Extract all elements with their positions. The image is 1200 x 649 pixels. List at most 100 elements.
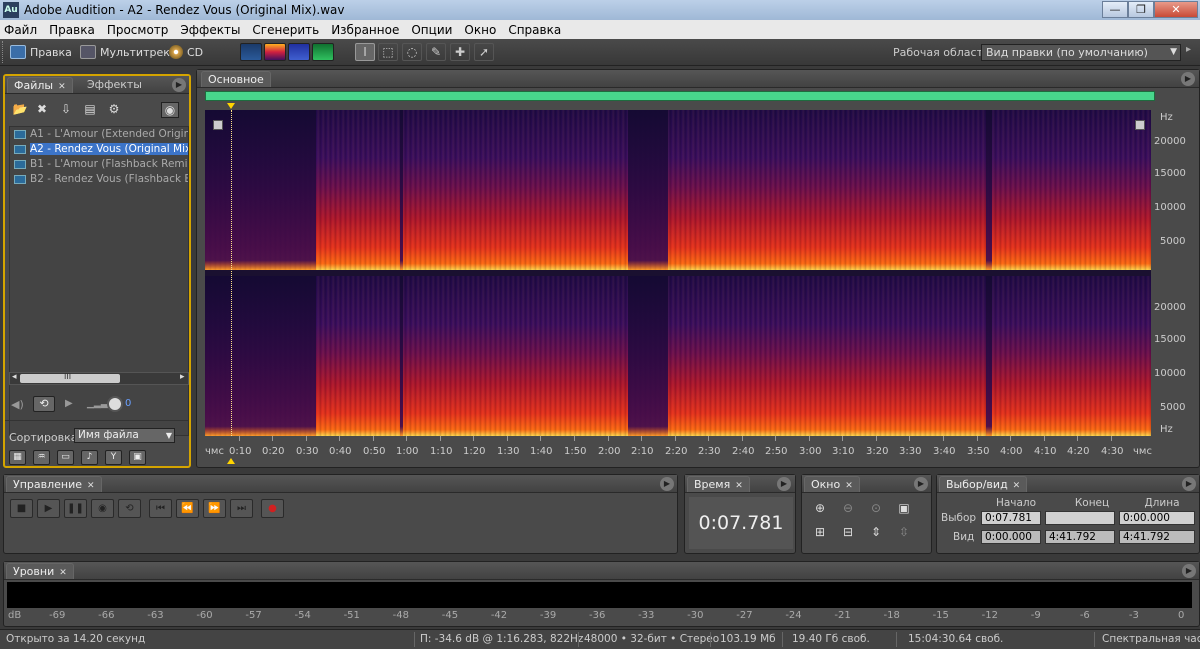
spectral-pan-icon[interactable] [288,43,310,61]
tab-effects[interactable]: Эффекты [81,77,148,93]
loop-icon[interactable]: ⟲ [33,396,55,412]
show-midi-icon[interactable]: ♪ [81,450,98,465]
tab-main[interactable]: Основное [201,71,271,87]
play-preview-icon[interactable]: ▶ [65,398,73,409]
tab-zoom[interactable]: Окно ✕ [804,476,860,492]
menu-help[interactable]: Справка [508,23,561,37]
multitrack-view-button[interactable]: Мультитрек [80,42,170,62]
zoom-right-edge-icon[interactable]: ⊟ [838,523,858,541]
rewind-button[interactable]: ⏪ [176,499,199,518]
record-button[interactable]: ● [261,499,284,518]
tab-levels[interactable]: Уровни ✕ [6,563,74,579]
autoplay-icon[interactable]: ◉ [161,102,179,118]
scroll-left-icon[interactable]: ◂ [12,372,17,382]
view-length-field[interactable]: 4:41.792 [1119,530,1195,544]
play-from-cursor-button[interactable]: ◉ [91,499,114,518]
list-item[interactable]: A2 - Rendez Vous (Original Mix).wa [10,142,188,157]
show-all-files-icon[interactable]: ▦ [9,450,26,465]
panel-menu-icon[interactable]: ▶ [660,477,674,491]
sort-select[interactable]: Имя файла ▼ [74,428,175,443]
zoom-corner-icon[interactable] [1135,120,1145,130]
zoom-out-horizontal-icon[interactable]: ⊖ [838,499,858,517]
menu-file[interactable]: Файл [4,23,37,37]
scroll-thumb[interactable]: III [20,372,120,383]
pause-button[interactable]: ❚❚ [64,499,87,518]
filter-icon[interactable]: Y [105,450,122,465]
play-button[interactable]: ▶ [37,499,60,518]
import-icon[interactable]: ⇩ [57,102,75,118]
spot-healing-icon[interactable]: ✚ [450,43,470,61]
volume-knob-icon[interactable] [107,396,123,412]
menu-edit[interactable]: Правка [49,23,95,37]
spectral-frequency-icon[interactable] [264,43,286,61]
panel-menu-icon[interactable]: ▶ [172,78,186,92]
menu-effects[interactable]: Эффекты [180,23,240,37]
files-hscrollbar[interactable]: ◂ III ▸ [9,372,189,385]
time-ruler[interactable]: чмс чмс 0:10 0:20 0:30 0:40 0:50 1:00 1:10 1:20… [205,436,1152,466]
marquee-tool-icon[interactable]: ⬚ [378,43,398,61]
menu-window[interactable]: Окно [464,23,496,37]
tab-files[interactable]: Файлы ✕ [7,77,73,93]
zoom-corner-icon[interactable] [213,120,223,130]
go-to-start-button[interactable]: ⏮ [149,499,172,518]
panel-menu-icon[interactable]: ▶ [1181,72,1195,86]
insert-multitrack-icon[interactable]: ▤ [81,102,99,118]
close-icon[interactable]: ✕ [87,481,95,491]
hybrid-tool-icon[interactable]: ➚ [474,43,494,61]
edit-view-button[interactable]: Правка [10,42,72,62]
restore-icon[interactable]: ❐ [1128,1,1154,18]
close-icon[interactable]: ✕ [845,481,853,491]
tab-transport[interactable]: Управление ✕ [6,476,102,492]
spectral-phase-icon[interactable] [312,43,334,61]
time-selection-tool-icon[interactable]: I [355,43,375,61]
toolbar-overflow-icon[interactable]: ▸ [1186,44,1198,60]
lasso-tool-icon[interactable]: ◌ [402,43,422,61]
list-item[interactable]: A1 - L'Amour (Extended Original M [10,127,188,142]
panel-menu-icon[interactable]: ▶ [1182,477,1196,491]
view-end-field[interactable]: 4:41.792 [1045,530,1115,544]
close-icon[interactable]: ✕ [735,481,743,491]
tab-time[interactable]: Время ✕ [687,476,750,492]
waveform-display-icon[interactable] [240,43,262,61]
zoom-selection-icon[interactable]: ▣ [894,499,914,517]
panel-menu-icon[interactable]: ▶ [914,477,928,491]
loop-play-button[interactable]: ⟲ [118,499,141,518]
spectral-display[interactable] [205,110,1151,436]
workspace-select[interactable]: Вид правки (по умолчанию) ▼ [981,44,1181,61]
open-file-icon[interactable]: 📂 [11,102,29,118]
close-icon[interactable]: ✕ [58,82,66,92]
fast-forward-button[interactable]: ⏩ [203,499,226,518]
show-loops-icon[interactable]: ▭ [57,450,74,465]
close-icon[interactable]: ✕ [1154,1,1198,18]
menu-view[interactable]: Просмотр [107,23,169,37]
selection-start-field[interactable]: 0:07.781 [981,511,1041,525]
tab-selection[interactable]: Выбор/вид ✕ [939,476,1028,492]
show-video-icon[interactable]: ▣ [129,450,146,465]
go-to-end-button[interactable]: ⏭ [230,499,253,518]
zoom-full-icon[interactable]: ⊙ [866,499,886,517]
zoom-in-vertical-icon[interactable]: ⇕ [866,523,886,541]
panel-menu-icon[interactable]: ▶ [777,477,791,491]
selection-end-field[interactable] [1045,511,1115,525]
selection-length-field[interactable]: 0:00.000 [1119,511,1195,525]
close-icon[interactable]: ✕ [59,568,67,578]
edit-file-icon[interactable]: ⚙ [105,102,123,118]
playhead-marker-icon[interactable] [227,103,235,109]
zoom-in-horizontal-icon[interactable]: ⊕ [810,499,830,517]
scroll-right-icon[interactable]: ▸ [180,372,185,382]
view-start-field[interactable]: 0:00.000 [981,530,1041,544]
overview-timeline-bar[interactable] [205,91,1155,101]
list-item[interactable]: B2 - Rendez Vous (Flashback Ex [10,172,188,187]
show-audio-icon[interactable]: ♒ [33,450,50,465]
menu-generate[interactable]: Сгенерить [252,23,319,37]
close-icon[interactable]: ✕ [1013,481,1021,491]
panel-menu-icon[interactable]: ▶ [1182,564,1196,578]
menu-favorites[interactable]: Избранное [331,23,399,37]
close-file-icon[interactable]: ✖ [33,102,51,118]
zoom-out-vertical-icon[interactable]: ⇳ [894,523,914,541]
zoom-left-edge-icon[interactable]: ⊞ [810,523,830,541]
minimize-icon[interactable]: — [1102,1,1128,18]
stop-button[interactable]: ■ [10,499,33,518]
list-item[interactable]: B1 - L'Amour (Flashback Remix).w [10,157,188,172]
brush-tool-icon[interactable]: ✎ [426,43,446,61]
